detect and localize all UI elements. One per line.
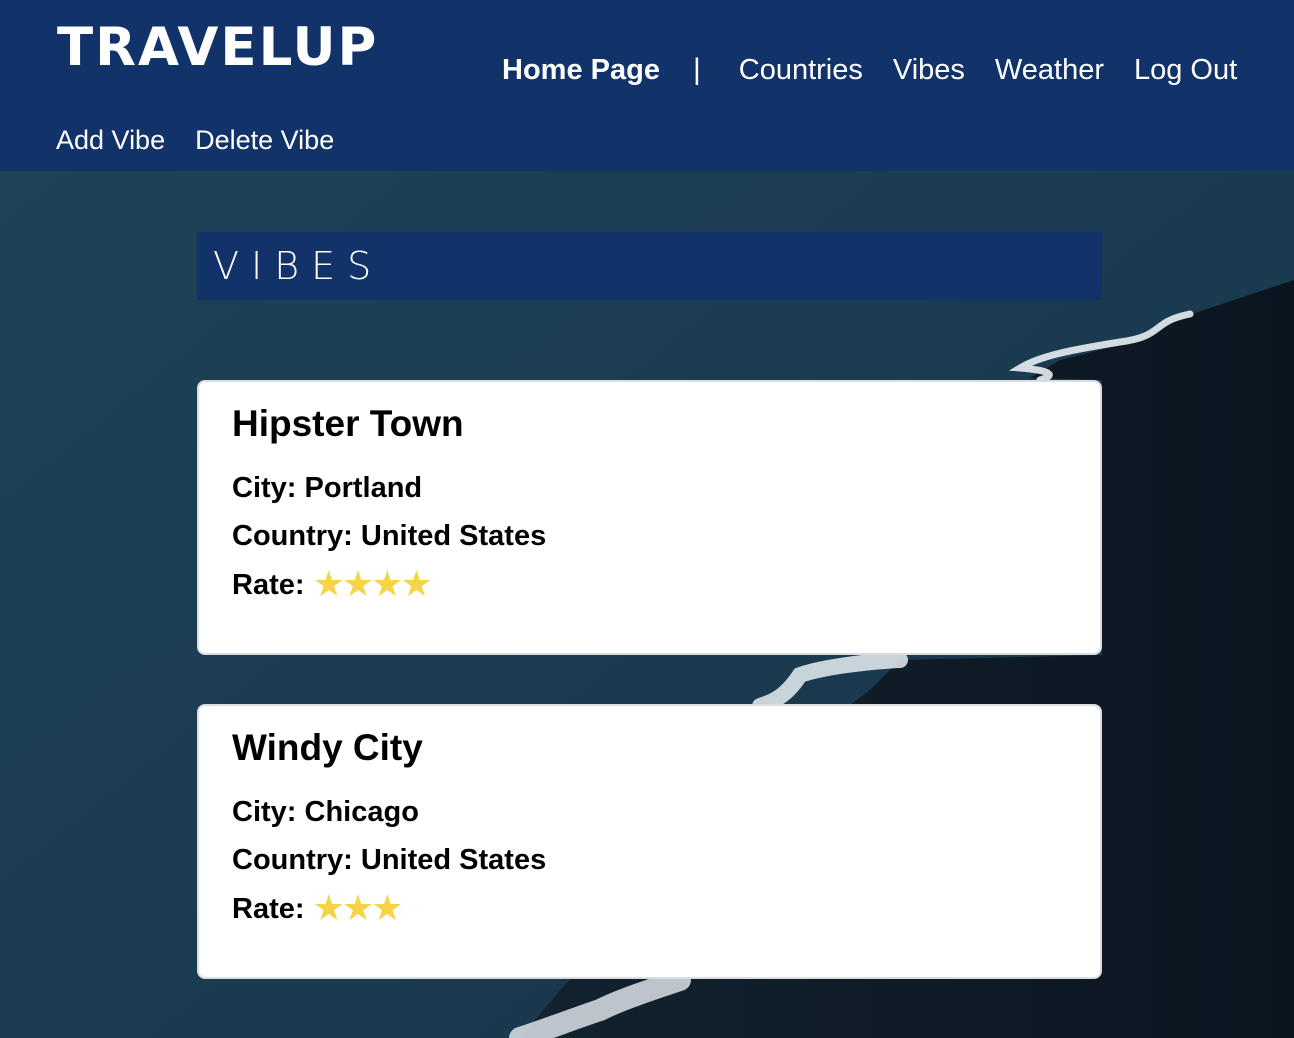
vibe-card: Windy City City: Chicago Country: United… (197, 704, 1102, 979)
add-vibe-link[interactable]: Add Vibe (56, 120, 165, 160)
country-label: Country: (232, 520, 353, 552)
page-title-bar: VIBES (197, 232, 1102, 300)
vibe-country-row: Country: United States (232, 512, 1100, 560)
star-rating-icon: ★★★★ (312, 563, 433, 604)
top-navbar: TRAVELUP Home Page | Countries Vibes Wea… (0, 0, 1294, 171)
vibe-name: Windy City (232, 727, 423, 768)
nav-countries-link[interactable]: Countries (739, 50, 863, 90)
vibe-country-row: Country: United States (232, 836, 1100, 884)
brand-logo[interactable]: TRAVELUP (57, 18, 378, 78)
vibe-card: Hipster Town City: Portland Country: Uni… (197, 380, 1102, 655)
city-value: Portland (304, 472, 423, 504)
country-value: United States (360, 520, 547, 552)
rate-label: Rate: (232, 569, 305, 601)
vibe-rate-row: Rate: ★★★★ (232, 560, 1100, 608)
country-label: Country: (232, 844, 353, 876)
country-value: United States (360, 844, 547, 876)
rate-label: Rate: (232, 893, 305, 925)
star-rating-icon: ★★★ (312, 887, 404, 928)
nav-separator: | (692, 53, 701, 86)
city-label: City: (232, 796, 297, 828)
nav-logout-link[interactable]: Log Out (1134, 50, 1237, 90)
sub-nav: Add Vibe Delete Vibe (56, 120, 334, 160)
main-nav: Home Page | Countries Vibes Weather Log … (502, 50, 1237, 90)
vibe-city-row: City: Chicago (232, 788, 1100, 836)
city-label: City: (232, 472, 297, 504)
nav-home-link[interactable]: Home Page (502, 50, 660, 90)
city-value: Chicago (304, 796, 419, 828)
nav-weather-link[interactable]: Weather (995, 50, 1104, 90)
vibe-name: Hipster Town (232, 403, 464, 444)
vibe-rate-row: Rate: ★★★ (232, 884, 1100, 932)
nav-vibes-link[interactable]: Vibes (893, 50, 965, 90)
vibe-city-row: City: Portland (232, 464, 1100, 512)
page-title: VIBES (213, 244, 384, 288)
delete-vibe-link[interactable]: Delete Vibe (195, 120, 334, 160)
